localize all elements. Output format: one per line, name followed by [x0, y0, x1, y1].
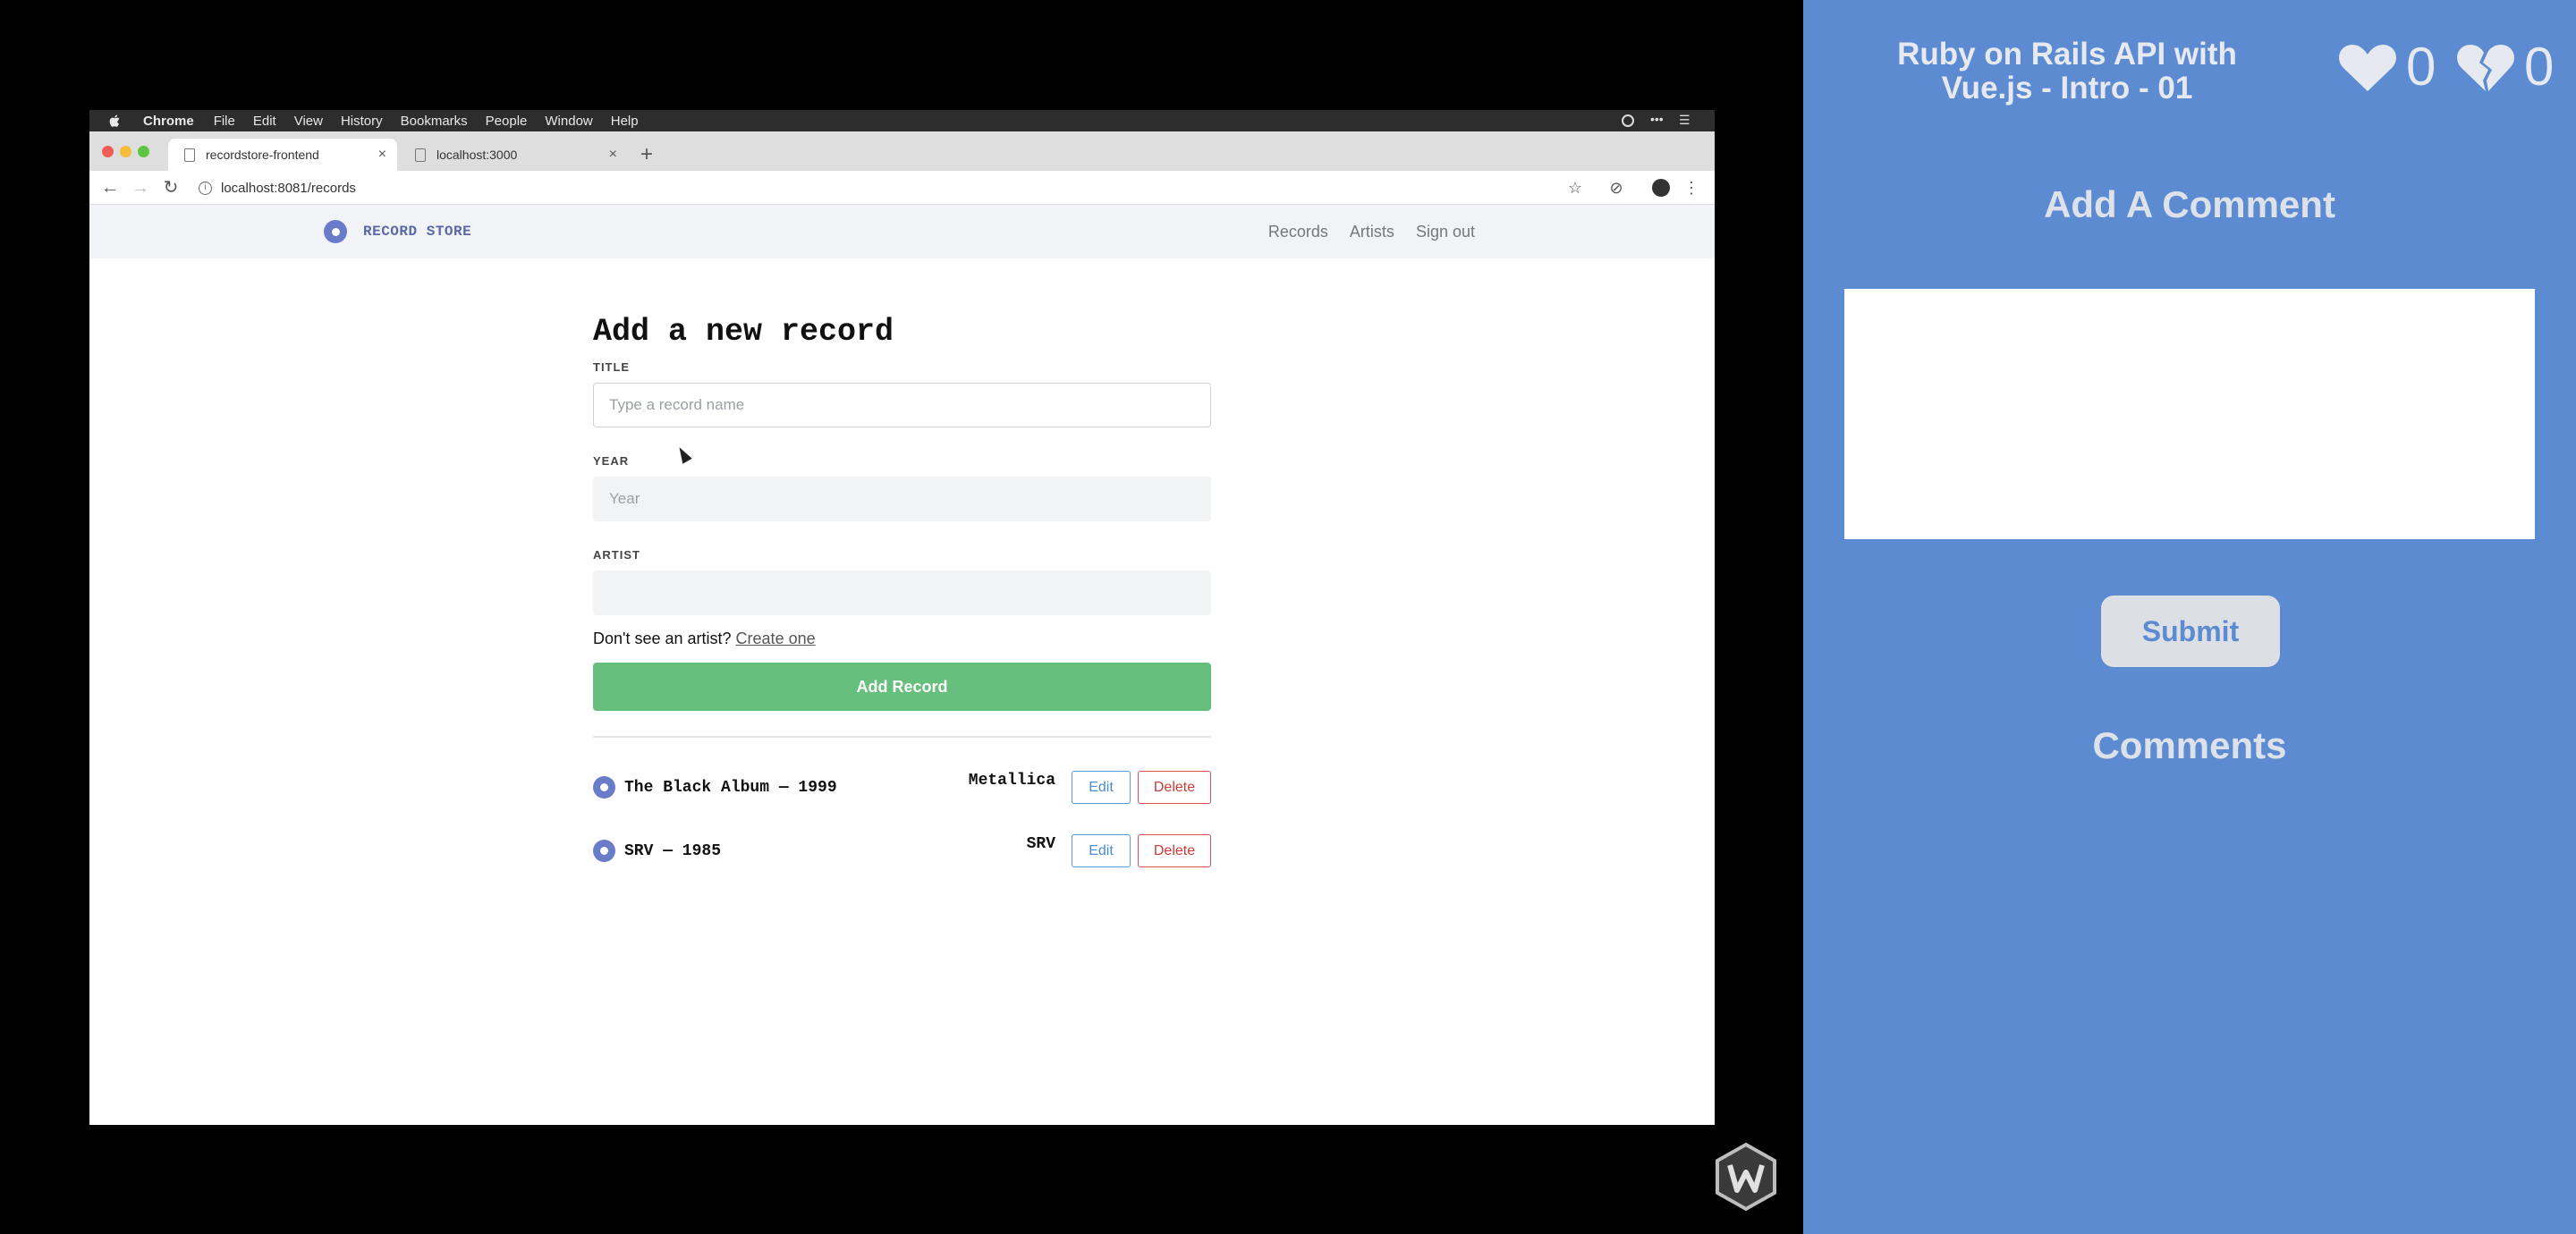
app-nav: Records Artists Sign out	[1268, 223, 1475, 241]
record-form: Add a new record TITLE YEAR ARTIST Don't…	[593, 300, 1211, 883]
menu-app-name[interactable]: Chrome	[143, 114, 194, 129]
record-disc-icon	[593, 776, 615, 799]
app-logo[interactable]: RECORD STORE	[324, 220, 471, 243]
record-status-icon[interactable]	[1622, 114, 1634, 127]
url-text: localhost:8081/records	[221, 180, 356, 196]
mac-menu-bar: Chrome File Edit View History Bookmarks …	[89, 110, 1715, 131]
list-icon[interactable]: ☰	[1679, 114, 1691, 127]
comments-heading: Comments	[2092, 724, 2287, 766]
tab-localhost[interactable]: localhost:3000 ×	[399, 139, 628, 171]
create-artist-link[interactable]: Create one	[736, 630, 816, 647]
document-icon	[415, 148, 426, 162]
chrome-menu-icon[interactable]: ⋮	[1682, 179, 1700, 197]
close-tab-icon[interactable]: ×	[609, 147, 617, 163]
more-icon[interactable]: •••	[1650, 113, 1664, 127]
record-title: SRV — 1985	[624, 841, 722, 860]
menu-help[interactable]: Help	[611, 114, 639, 129]
add-comment-heading: Add A Comment	[2044, 183, 2335, 225]
record-artist: SRV	[1026, 835, 1055, 853]
watermark-logo-icon	[1716, 1142, 1776, 1212]
new-tab-icon[interactable]: +	[640, 142, 653, 167]
record-disc-icon	[593, 840, 615, 862]
tab-strip: recordstore-frontend × localhost:3000 × …	[89, 131, 1715, 171]
comment-textarea[interactable]	[1844, 289, 2535, 539]
year-input[interactable]	[593, 477, 1211, 521]
url-field[interactable]: i localhost:8081/records	[199, 175, 1674, 200]
dislike-control[interactable]: 0	[2456, 36, 2554, 97]
submit-button[interactable]: Submit	[2101, 596, 2280, 667]
tab-recordstore[interactable]: recordstore-frontend ×	[168, 139, 397, 171]
edit-button[interactable]: Edit	[1072, 834, 1131, 867]
menu-people[interactable]: People	[486, 114, 528, 129]
heart-icon[interactable]	[2338, 41, 2397, 93]
delete-button[interactable]: Delete	[1138, 771, 1211, 804]
nav-artists[interactable]: Artists	[1350, 223, 1394, 241]
root: Chrome File Edit View History Bookmarks …	[0, 0, 2576, 1234]
menu-file[interactable]: File	[214, 114, 235, 129]
extension-icon[interactable]: ⊘	[1607, 179, 1625, 197]
record-title: The Black Album — 1999	[624, 778, 837, 797]
menu-edit[interactable]: Edit	[253, 114, 276, 129]
logo-text: RECORD STORE	[363, 224, 472, 240]
title-input[interactable]	[593, 383, 1211, 427]
edit-button[interactable]: Edit	[1072, 771, 1131, 804]
nav-records[interactable]: Records	[1268, 223, 1328, 241]
record-row: The Black Album — 1999 Metallica Edit De…	[593, 756, 1211, 819]
nav-sign-out[interactable]: Sign out	[1416, 223, 1475, 241]
title-label: TITLE	[593, 360, 631, 374]
add-record-button[interactable]: Add Record	[593, 663, 1211, 711]
video-player[interactable]: Chrome File Edit View History Bookmarks …	[89, 110, 1715, 1125]
tab-label: localhost:3000	[436, 148, 518, 162]
menu-view[interactable]: View	[294, 114, 323, 129]
record-list: The Black Album — 1999 Metallica Edit De…	[593, 756, 1211, 883]
record-row: SRV — 1985 SRV Edit Delete	[593, 819, 1211, 883]
menu-status-icons: ••• ☰	[1622, 113, 1715, 127]
comment-panel: Ruby on Rails API with Vue.js - Intro - …	[1803, 0, 2576, 1234]
forward-icon[interactable]: →	[131, 178, 150, 198]
minimize-window-icon[interactable]	[120, 146, 131, 157]
dislike-count: 0	[2524, 37, 2555, 97]
broken-heart-icon[interactable]	[2456, 41, 2515, 93]
artist-select[interactable]	[593, 571, 1211, 615]
delete-button[interactable]: Delete	[1138, 834, 1211, 867]
menu-bookmarks[interactable]: Bookmarks	[401, 114, 468, 129]
hint-text: Don't see an artist?	[593, 630, 732, 647]
like-control[interactable]: 0	[2338, 36, 2436, 97]
address-bar: ← → ↻ i localhost:8081/records ☆ ⊘ ⋮	[89, 171, 1715, 205]
document-icon	[184, 148, 195, 162]
tab-label: recordstore-frontend	[206, 148, 319, 162]
maximize-window-icon[interactable]	[138, 146, 149, 157]
record-disc-icon	[324, 220, 347, 243]
app-header: RECORD STORE Records Artists Sign out	[89, 205, 1715, 258]
page-title: Add a new record	[593, 314, 894, 350]
profile-avatar-icon[interactable]	[1652, 179, 1670, 197]
artist-hint: Don't see an artist? Create one	[593, 630, 1211, 648]
like-count: 0	[2406, 37, 2436, 97]
info-icon[interactable]: i	[199, 181, 212, 195]
divider	[593, 736, 1211, 738]
video-title: Ruby on Rails API with Vue.js - Intro - …	[1897, 37, 2237, 106]
artist-label: ARTIST	[593, 548, 640, 562]
close-window-icon[interactable]	[102, 146, 114, 157]
menu-history[interactable]: History	[341, 114, 383, 129]
back-icon[interactable]: ←	[100, 178, 120, 198]
bookmark-star-icon[interactable]: ☆	[1566, 179, 1584, 197]
record-artist: Metallica	[968, 772, 1055, 790]
reload-icon[interactable]: ↻	[161, 178, 181, 198]
apple-icon[interactable]	[109, 114, 122, 128]
menu-window[interactable]: Window	[545, 114, 592, 129]
close-tab-icon[interactable]: ×	[378, 147, 386, 163]
